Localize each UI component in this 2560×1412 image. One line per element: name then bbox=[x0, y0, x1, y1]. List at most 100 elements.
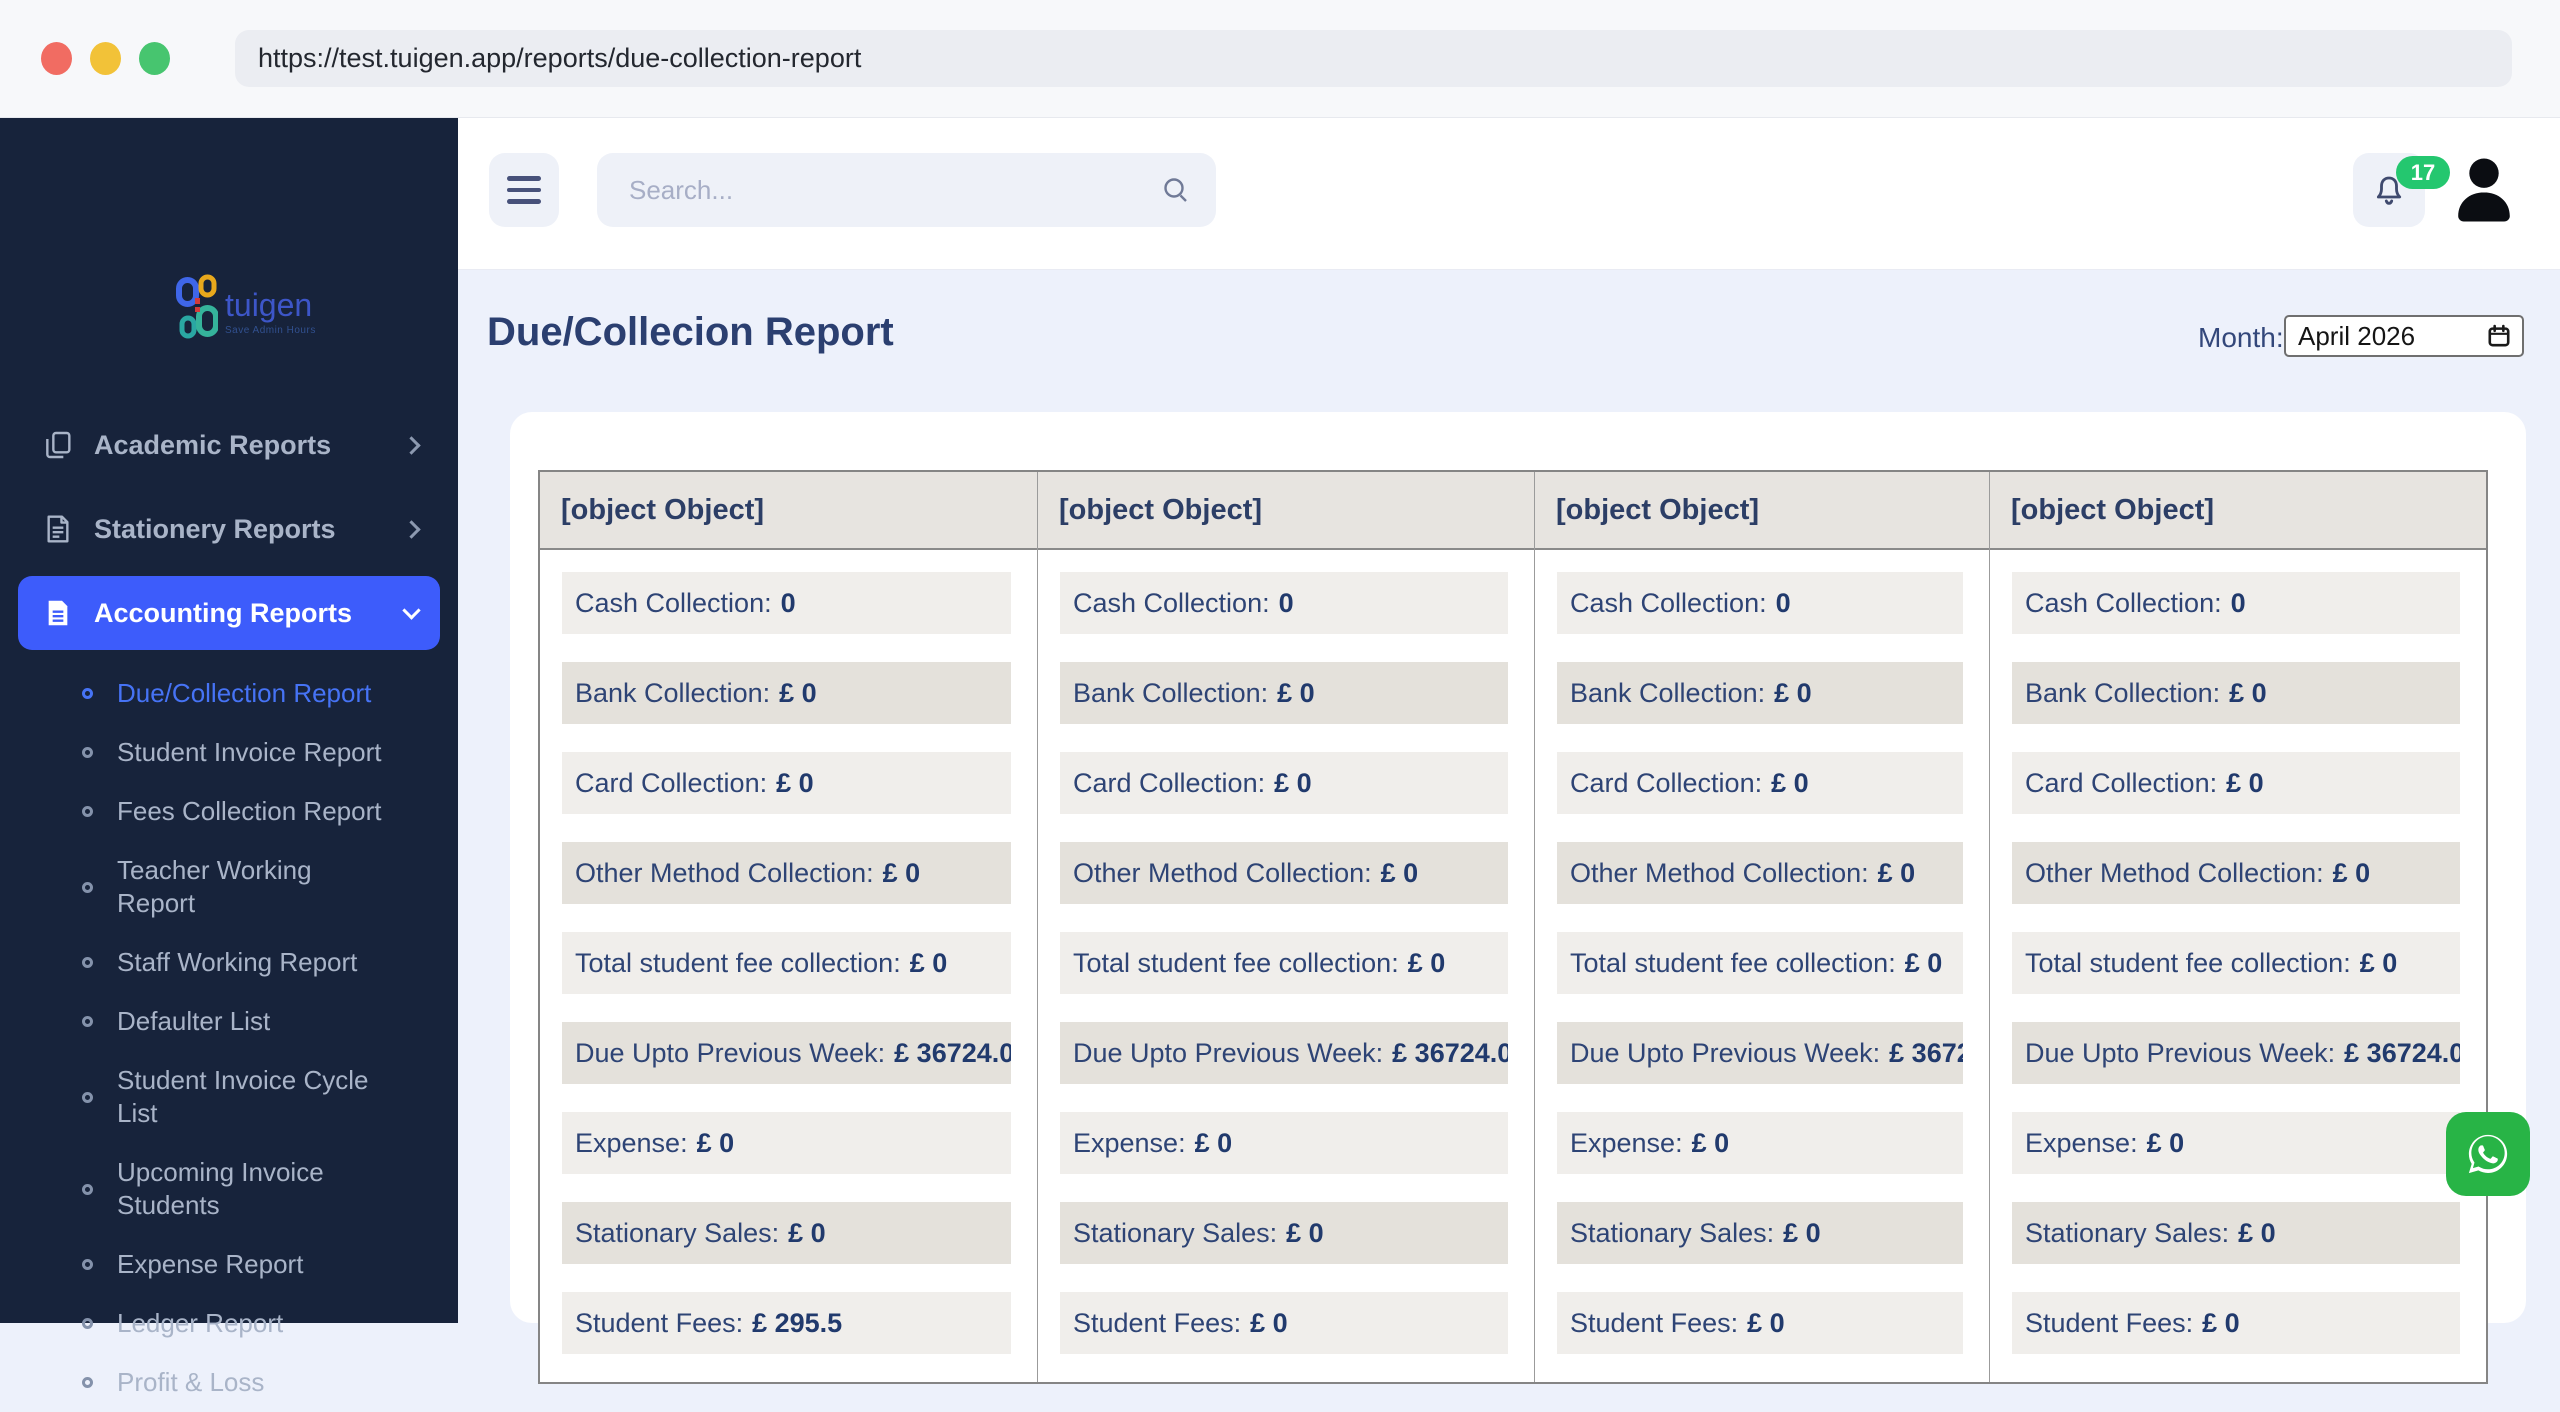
url-text: https://test.tuigen.app/reports/due-coll… bbox=[258, 43, 862, 73]
report-row-value: 0 bbox=[1278, 587, 1294, 618]
report-row-label: Card Collection: bbox=[1570, 767, 1763, 798]
week-column-header: [object Object] bbox=[1535, 472, 1989, 550]
sidebar-nav: Academic Reports Stationery Reports Acco… bbox=[18, 408, 440, 660]
sidebar-submenu-item[interactable]: Ledger Report bbox=[18, 1294, 448, 1353]
bullet-icon bbox=[82, 1091, 93, 1103]
report-row-label: Card Collection: bbox=[2025, 767, 2218, 798]
week-column: [object Object] Cash Collection: 0 Bank … bbox=[1534, 472, 1989, 1382]
sidebar-submenu-item[interactable]: Upcoming Invoice Students bbox=[18, 1143, 448, 1235]
sidebar-submenu-item[interactable]: Defaulter List bbox=[18, 992, 448, 1051]
whatsapp-button[interactable] bbox=[2446, 1112, 2530, 1196]
report-row-label: Due Upto Previous Week: bbox=[2025, 1037, 2336, 1068]
report-row: Cash Collection: 0 bbox=[2012, 572, 2460, 634]
report-row-label: Bank Collection: bbox=[575, 677, 771, 708]
due-collection-table: [object Object] Cash Collection: 0 Bank … bbox=[538, 470, 2488, 1384]
report-row: Expense: £ 0 bbox=[1557, 1112, 1963, 1174]
report-row-value: 0 bbox=[1775, 587, 1791, 618]
report-row-value: £ 0 bbox=[1274, 767, 1312, 798]
close-window-button[interactable] bbox=[41, 42, 72, 75]
report-row-value: £ 0 bbox=[1771, 767, 1809, 798]
report-row: Expense: £ 0 bbox=[562, 1112, 1011, 1174]
sidebar-submenu-label: Fees Collection Report bbox=[117, 796, 382, 826]
bullet-icon bbox=[82, 957, 93, 968]
sidebar-submenu-label: Defaulter List bbox=[117, 1006, 271, 1036]
report-row-label: Expense: bbox=[575, 1127, 688, 1158]
report-row: Expense: £ 0 bbox=[2012, 1112, 2460, 1174]
report-row: Due Upto Previous Week: £ 36724.00 bbox=[562, 1022, 1011, 1084]
report-row: Due Upto Previous Week: £ 36724.00 bbox=[1557, 1022, 1963, 1084]
minimize-window-button[interactable] bbox=[90, 42, 121, 75]
search-icon[interactable] bbox=[1160, 174, 1192, 206]
report-row: Expense: £ 0 bbox=[1060, 1112, 1508, 1174]
report-row-label: Expense: bbox=[2025, 1127, 2138, 1158]
bullet-icon bbox=[82, 1318, 93, 1329]
report-row: Due Upto Previous Week: £ 36724.00 bbox=[2012, 1022, 2460, 1084]
week-column-body: Cash Collection: 0 Bank Collection: £ 0 … bbox=[540, 550, 1037, 1354]
month-picker-label: Month: bbox=[2198, 322, 2284, 353]
whatsapp-icon bbox=[2468, 1134, 2508, 1174]
logo-mark-icon bbox=[176, 274, 219, 349]
sidebar-section-item[interactable]: Stationery Reports bbox=[18, 492, 440, 566]
sidebar-submenu-item[interactable]: Student Invoice Report bbox=[18, 723, 448, 782]
user-avatar[interactable] bbox=[2448, 151, 2520, 229]
report-row-label: Total student fee collection: bbox=[575, 947, 901, 978]
sidebar: tuigen Save Admin Hours Academic Reports… bbox=[0, 118, 458, 1397]
maximize-window-button[interactable] bbox=[139, 42, 170, 75]
week-column: [object Object] Cash Collection: 0 Bank … bbox=[1989, 472, 2486, 1382]
sidebar-section-label: Stationery Reports bbox=[94, 513, 336, 544]
report-row: Cash Collection: 0 bbox=[1557, 572, 1963, 634]
window-controls bbox=[41, 42, 170, 75]
report-row-label: Cash Collection: bbox=[1073, 587, 1270, 618]
report-row-value: £ 0 bbox=[2332, 857, 2371, 888]
report-row-label: Total student fee collection: bbox=[2025, 947, 2351, 978]
sidebar-submenu-item[interactable]: Fees Collection Report bbox=[18, 782, 448, 841]
report-row-value: £ 0 bbox=[909, 947, 948, 978]
report-row-value: £ 0 bbox=[1904, 947, 1943, 978]
report-row-label: Card Collection: bbox=[575, 767, 768, 798]
report-row-label: Cash Collection: bbox=[1570, 587, 1767, 618]
search-box bbox=[597, 153, 1216, 227]
search-input[interactable] bbox=[597, 153, 1216, 227]
report-row-value: £ 36724.00 bbox=[2344, 1037, 2460, 1068]
report-row-label: Stationary Sales: bbox=[2025, 1217, 2230, 1248]
week-column-header: [object Object] bbox=[540, 472, 1037, 550]
report-row: Stationary Sales: £ 0 bbox=[1557, 1202, 1963, 1264]
report-row: Student Fees: £ 0 bbox=[1060, 1292, 1508, 1354]
report-row: Card Collection: £ 0 bbox=[1557, 752, 1963, 814]
sidebar-submenu-item[interactable]: Expense Report bbox=[18, 1235, 448, 1294]
report-row: Total student fee collection: £ 0 bbox=[562, 932, 1011, 994]
page-title: Due/Collecion Report bbox=[487, 310, 894, 354]
report-row-value: £ 0 bbox=[1691, 1127, 1730, 1158]
report-row: Other Method Collection: £ 0 bbox=[2012, 842, 2460, 904]
report-row-label: Total student fee collection: bbox=[1570, 947, 1896, 978]
report-row-label: Student Fees: bbox=[575, 1307, 744, 1338]
report-row: Bank Collection: £ 0 bbox=[1060, 662, 1508, 724]
report-row-value: £ 0 bbox=[788, 1217, 826, 1248]
sidebar-submenu-item[interactable]: Profit & Loss bbox=[18, 1353, 448, 1412]
report-row-value: £ 0 bbox=[1277, 677, 1315, 708]
report-row-value: £ 0 bbox=[2229, 677, 2267, 708]
sidebar-submenu-item[interactable]: Staff Working Report bbox=[18, 933, 448, 992]
report-row-label: Student Fees: bbox=[1073, 1307, 1242, 1338]
report-row-label: Student Fees: bbox=[2025, 1307, 2194, 1338]
sidebar-submenu-item[interactable]: Student Invoice Cycle List bbox=[18, 1051, 448, 1143]
sidebar-section-item[interactable]: Accounting Reports bbox=[18, 576, 440, 650]
report-row: Student Fees: £ 0 bbox=[1557, 1292, 1963, 1354]
logo-name: tuigen bbox=[225, 286, 313, 323]
sidebar-submenu-item[interactable]: Due/Collection Report bbox=[18, 664, 448, 723]
calendar-icon bbox=[2488, 324, 2510, 347]
sidebar-section-item[interactable]: Academic Reports bbox=[18, 408, 440, 482]
sidebar-submenu-item[interactable]: Teacher Working Report bbox=[18, 841, 448, 933]
report-row-value: £ 0 bbox=[1877, 857, 1916, 888]
report-row-value: £ 0 bbox=[2226, 767, 2264, 798]
month-picker-input[interactable]: April 2026 bbox=[2284, 315, 2524, 357]
browser-chrome: https://test.tuigen.app/reports/due-coll… bbox=[0, 0, 2560, 118]
report-row-label: Due Upto Previous Week: bbox=[1570, 1037, 1881, 1068]
sidebar-submenu-label: Upcoming Invoice Students bbox=[117, 1157, 324, 1220]
week-column-header: [object Object] bbox=[1038, 472, 1534, 550]
report-row-value: £ 0 bbox=[1407, 947, 1446, 978]
menu-toggle-button[interactable] bbox=[489, 153, 559, 227]
address-bar[interactable]: https://test.tuigen.app/reports/due-coll… bbox=[235, 30, 2512, 87]
sidebar-submenu-label: Student Invoice Report bbox=[117, 737, 382, 767]
report-row-label: Cash Collection: bbox=[2025, 587, 2222, 618]
